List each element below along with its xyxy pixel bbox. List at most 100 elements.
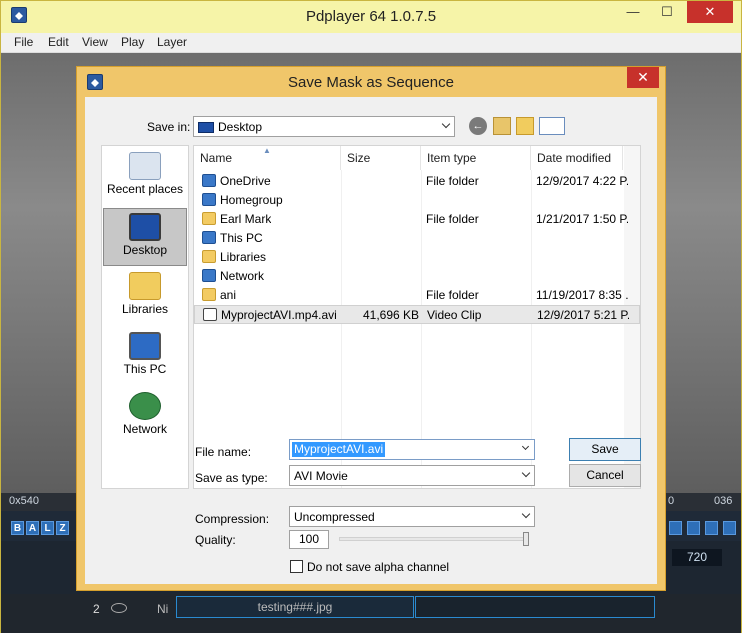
- toolbar-b-button[interactable]: B: [11, 521, 24, 535]
- this-pc-icon: [202, 231, 216, 244]
- chevron-down-icon[interactable]: [522, 470, 531, 479]
- column-header-size[interactable]: Size: [341, 146, 421, 170]
- frame-value[interactable]: 720: [672, 549, 722, 566]
- maximize-icon[interactable]: ☐: [653, 1, 681, 23]
- alpha-checkbox-label: Do not save alpha channel: [307, 560, 450, 574]
- file-row[interactable]: ani File folder 11/19/2017 8:35 ...: [194, 286, 640, 305]
- column-header-date-modified[interactable]: Date modified: [531, 146, 623, 170]
- track-number: 2: [93, 602, 100, 616]
- file-name: ani: [220, 288, 237, 302]
- chevron-down-icon[interactable]: [522, 511, 531, 520]
- compression-combo[interactable]: Uncompressed: [289, 506, 535, 527]
- file-row-selected[interactable]: MyprojectAVI.mp4.avi 41,696 KB Video Cli…: [194, 305, 640, 324]
- dialog-titlebar[interactable]: Save Mask as Sequence ✕: [77, 67, 665, 97]
- track-clip-tail[interactable]: [415, 596, 655, 618]
- file-name-label: File name:: [195, 445, 252, 459]
- up-folder-icon[interactable]: [493, 117, 511, 135]
- menu-view[interactable]: View: [82, 35, 108, 49]
- file-row[interactable]: This PC: [194, 229, 640, 248]
- view-menu-icon[interactable]: [539, 117, 565, 135]
- place-label: Desktop: [122, 243, 168, 257]
- main-titlebar[interactable]: Pdplayer 64 1.0.7.5 — ☐ ✕: [1, 1, 741, 33]
- save-in-value: Desktop: [218, 120, 263, 134]
- place-label: Recent places: [106, 182, 184, 196]
- menu-play[interactable]: Play: [121, 35, 144, 49]
- toolbar-right-icon-2[interactable]: [687, 521, 700, 535]
- chevron-down-icon[interactable]: [442, 121, 451, 130]
- sort-ascending-icon: ▲: [263, 146, 271, 155]
- place-label: Network: [122, 422, 167, 436]
- menu-layer[interactable]: Layer: [157, 35, 187, 49]
- save-as-type-combo[interactable]: AVI Movie: [289, 465, 535, 486]
- file-date: 12/9/2017 5:21 P...: [537, 308, 629, 322]
- file-size: 41,696 KB: [363, 308, 420, 322]
- file-date: 1/21/2017 1:50 P...: [536, 212, 628, 226]
- file-row[interactable]: Earl Mark File folder 1/21/2017 1:50 P..…: [194, 210, 640, 229]
- libraries-icon: [202, 250, 216, 263]
- new-folder-icon[interactable]: [516, 117, 534, 135]
- toolbar-right-icon-4[interactable]: [723, 521, 736, 535]
- save-as-type-label: Save as type:: [195, 471, 268, 485]
- toolbar-a-button[interactable]: A: [26, 521, 39, 535]
- file-row[interactable]: Homegroup: [194, 191, 640, 210]
- file-name-value: MyprojectAVI.avi: [292, 442, 386, 457]
- file-type: File folder: [426, 212, 479, 226]
- dialog-close-icon[interactable]: ✕: [627, 67, 659, 88]
- place-network[interactable]: Network: [103, 388, 187, 446]
- file-date: 12/9/2017 4:22 P...: [536, 174, 628, 188]
- file-name: This PC: [220, 231, 263, 245]
- toolbar-right-icon-1[interactable]: [669, 521, 682, 535]
- chevron-down-icon[interactable]: [521, 442, 531, 453]
- track-clip[interactable]: testing###.jpg: [176, 596, 414, 618]
- quality-label: Quality:: [195, 533, 236, 547]
- file-name: MyprojectAVI.mp4.avi: [221, 308, 337, 322]
- homegroup-icon: [202, 193, 216, 206]
- toolbar-l-button[interactable]: L: [41, 521, 54, 535]
- file-name-input[interactable]: MyprojectAVI.avi: [289, 439, 535, 460]
- save-in-combo[interactable]: Desktop: [193, 116, 455, 137]
- folder-icon: [202, 288, 216, 301]
- back-icon[interactable]: ←: [469, 117, 487, 135]
- toolbar-z-button[interactable]: Z: [56, 521, 69, 535]
- save-in-label: Save in:: [147, 120, 191, 134]
- quality-input[interactable]: 100: [289, 530, 329, 549]
- file-row[interactable]: Network: [194, 267, 640, 286]
- cancel-button[interactable]: Cancel: [569, 464, 641, 487]
- save-button[interactable]: Save: [569, 438, 641, 461]
- place-desktop[interactable]: Desktop: [103, 208, 187, 266]
- track-row[interactable]: 2 Ni testing###.jpg: [1, 594, 741, 633]
- track-name: Ni: [157, 602, 169, 616]
- desktop-small-icon: [198, 122, 214, 134]
- toolbar-right-icon-3[interactable]: [705, 521, 718, 535]
- file-name: Earl Mark: [220, 212, 272, 226]
- compression-value: Uncompressed: [294, 510, 375, 524]
- resolution-text: 0x540: [9, 495, 39, 507]
- frame-start-text: 0: [668, 495, 675, 507]
- place-label: This PC: [123, 362, 167, 376]
- close-main-icon[interactable]: ✕: [687, 1, 733, 23]
- network-icon: [129, 392, 161, 420]
- libraries-icon: [129, 272, 161, 300]
- file-row[interactable]: OneDrive File folder 12/9/2017 4:22 P...: [194, 172, 640, 191]
- quality-slider-track[interactable]: [339, 537, 529, 541]
- alpha-checkbox[interactable]: [290, 560, 303, 573]
- menu-edit[interactable]: Edit: [48, 35, 69, 49]
- eye-icon[interactable]: [111, 603, 127, 613]
- place-this-pc[interactable]: This PC: [103, 328, 187, 386]
- place-recent-places[interactable]: Recent places: [103, 148, 187, 206]
- quality-slider-thumb[interactable]: [523, 532, 529, 546]
- place-libraries[interactable]: Libraries: [103, 268, 187, 326]
- video-file-icon: [203, 308, 217, 321]
- minimize-icon[interactable]: —: [619, 1, 647, 23]
- onedrive-icon: [202, 174, 216, 187]
- desktop-icon: [129, 213, 161, 241]
- file-date: 11/19/2017 8:35 ...: [536, 288, 628, 302]
- main-menubar: File Edit View Play Layer: [1, 33, 741, 53]
- column-header-item-type[interactable]: Item type: [421, 146, 531, 170]
- file-row[interactable]: Libraries: [194, 248, 640, 267]
- recent-places-icon: [129, 152, 161, 180]
- menu-file[interactable]: File: [14, 35, 33, 49]
- file-type: Video Clip: [427, 308, 482, 322]
- file-name: Homegroup: [220, 193, 283, 207]
- place-label: Libraries: [121, 302, 169, 316]
